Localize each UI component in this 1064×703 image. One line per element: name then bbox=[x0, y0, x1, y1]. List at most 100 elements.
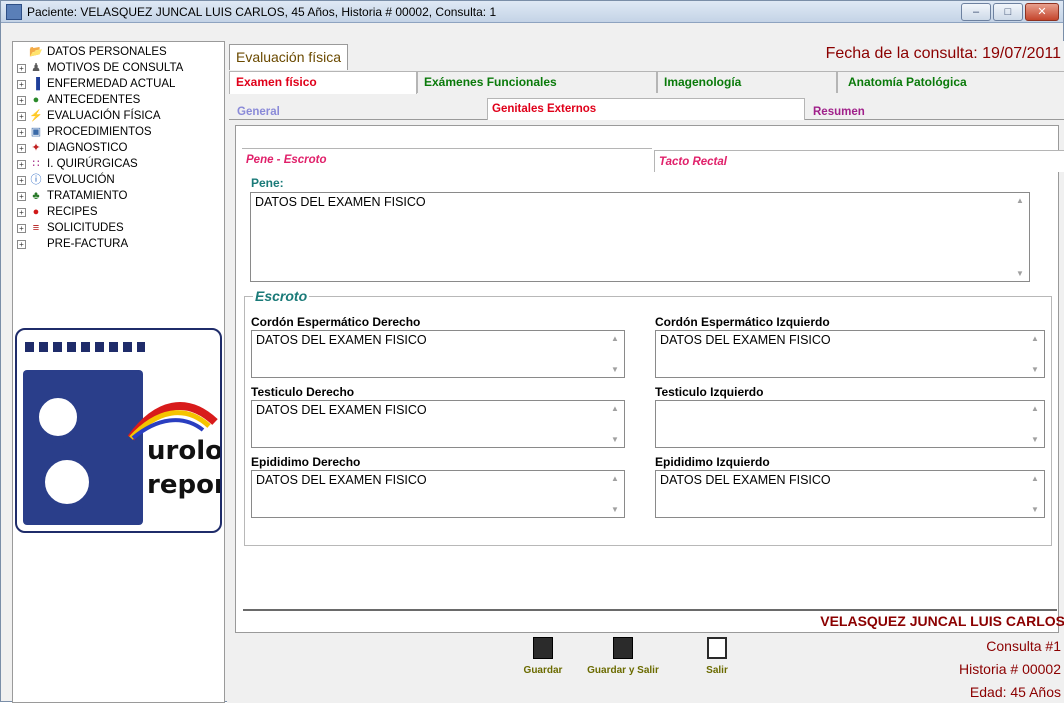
expander-icon[interactable]: + bbox=[17, 239, 26, 249]
textarea-scrollbar[interactable]: ▲ ▼ bbox=[1013, 193, 1029, 281]
tree-item-label: DATOS PERSONALES bbox=[47, 46, 167, 58]
scroll-down-icon[interactable]: ▼ bbox=[1016, 269, 1024, 278]
epididimo-derecho-textarea[interactable]: DATOS DEL EXAMEN FISICO ▲ ▼ bbox=[251, 470, 625, 518]
textarea-scrollbar[interactable]: ▲ ▼ bbox=[608, 401, 624, 447]
stethoscope-icon: ✦ bbox=[31, 141, 41, 154]
cordon-izquierdo-textarea[interactable]: DATOS DEL EXAMEN FISICO ▲ ▼ bbox=[655, 330, 1045, 378]
guardar-y-salir-button[interactable]: Guardar y Salir bbox=[583, 637, 663, 687]
minimize-button[interactable]: – bbox=[961, 3, 991, 21]
testiculo-derecho-textarea[interactable]: DATOS DEL EXAMEN FISICO ▲ ▼ bbox=[251, 400, 625, 448]
testiculo-izquierdo-label: Testiculo Izquierdo bbox=[655, 385, 764, 399]
scroll-up-icon[interactable]: ▲ bbox=[611, 334, 619, 343]
textarea-scrollbar[interactable]: ▲ ▼ bbox=[1028, 401, 1044, 447]
tab-imagenologia[interactable]: Imagenología bbox=[657, 71, 837, 93]
expander-icon[interactable]: + bbox=[17, 79, 26, 89]
exit-door-icon bbox=[707, 637, 727, 659]
tab-pene-escroto[interactable]: Pene - Escroto bbox=[242, 148, 652, 170]
save-exit-icon bbox=[613, 637, 633, 659]
urolo-report-logo: urolo report bbox=[15, 328, 222, 533]
logo-swoosh-icon bbox=[127, 402, 218, 441]
expander-icon[interactable]: + bbox=[17, 175, 26, 185]
blank-icon bbox=[29, 238, 43, 251]
tab-examenes-funcionales[interactable]: Exámenes Funcionales bbox=[417, 71, 657, 93]
scroll-up-icon[interactable]: ▲ bbox=[611, 404, 619, 413]
expander-icon[interactable]: + bbox=[17, 143, 26, 153]
textarea-scrollbar[interactable]: ▲ ▼ bbox=[1028, 471, 1044, 517]
expander-icon[interactable]: + bbox=[17, 223, 26, 233]
scroll-up-icon[interactable]: ▲ bbox=[611, 474, 619, 483]
tree-item-enfermedad-actual[interactable]: + ▐ ENFERMEDAD ACTUAL bbox=[17, 76, 175, 92]
expander-icon[interactable]: + bbox=[17, 159, 26, 169]
scroll-up-icon[interactable]: ▲ bbox=[1031, 474, 1039, 483]
tree-item-tratamiento[interactable]: + ♣ TRATAMIENTO bbox=[17, 188, 128, 204]
tab-anatomia-patologica[interactable]: Anatomía Patológica bbox=[837, 71, 1064, 93]
escroto-title: Escroto bbox=[253, 288, 310, 304]
logo-film-strip bbox=[25, 342, 145, 352]
logo-reel-icon bbox=[31, 390, 85, 444]
close-button[interactable]: ✕ bbox=[1025, 3, 1059, 21]
tree-item-label: TRATAMIENTO bbox=[47, 190, 128, 202]
tree-item-label: RECIPES bbox=[47, 206, 98, 218]
patient-separator bbox=[243, 609, 1057, 611]
scroll-up-icon[interactable]: ▲ bbox=[1031, 334, 1039, 343]
tab-general[interactable]: General bbox=[233, 102, 487, 124]
tree-item-i-quirurgicas[interactable]: + ∷ I. QUIRÚRGICAS bbox=[17, 156, 138, 172]
escroto-group: Escroto Cordón Espermático Derecho DATOS… bbox=[244, 288, 1052, 546]
cordon-derecho-label: Cordón Espermático Derecho bbox=[251, 315, 421, 329]
scroll-down-icon[interactable]: ▼ bbox=[1031, 505, 1039, 514]
expander-icon[interactable]: + bbox=[17, 95, 26, 105]
guardar-label: Guardar bbox=[523, 665, 563, 676]
expander-icon[interactable]: + bbox=[17, 111, 26, 121]
expander-icon[interactable]: + bbox=[17, 191, 26, 201]
maximize-button[interactable]: □ bbox=[993, 3, 1023, 21]
epididimo-derecho-label: Epididimo Derecho bbox=[251, 455, 361, 469]
tab-examen-fisico[interactable]: Examen físico bbox=[229, 71, 417, 94]
historia-number: Historia # 00002 bbox=[959, 661, 1061, 677]
scroll-up-icon[interactable]: ▲ bbox=[1016, 196, 1024, 205]
salir-label: Salir bbox=[706, 665, 728, 676]
textarea-scrollbar[interactable]: ▲ ▼ bbox=[608, 331, 624, 377]
scroll-down-icon[interactable]: ▼ bbox=[611, 435, 619, 444]
salir-button[interactable]: Salir bbox=[677, 637, 757, 687]
tree-item-solicitudes[interactable]: + ≡ SOLICITUDES bbox=[17, 220, 124, 236]
textarea-scrollbar[interactable]: ▲ ▼ bbox=[1028, 331, 1044, 377]
left-pane: 📂 DATOS PERSONALES + ♟ MOTIVOS DE CONSULTA … bbox=[12, 41, 225, 703]
tree-item-datos-personales[interactable]: 📂 DATOS PERSONALES bbox=[17, 44, 167, 60]
tree-item-evaluacion-fisica[interactable]: + ⚡ EVALUACIÓN FÍSICA bbox=[17, 108, 161, 124]
tab-resumen[interactable]: Resumen bbox=[809, 102, 1064, 124]
logo-reel-icon bbox=[37, 452, 97, 512]
info-icon: ⓘ bbox=[30, 173, 42, 186]
scroll-down-icon[interactable]: ▼ bbox=[1031, 365, 1039, 374]
expander-icon[interactable]: + bbox=[17, 63, 26, 73]
tree-item-label: MOTIVOS DE CONSULTA bbox=[47, 62, 184, 74]
scroll-up-icon[interactable]: ▲ bbox=[1031, 404, 1039, 413]
tab-tacto-rectal[interactable]: Tacto Rectal bbox=[654, 150, 1064, 172]
scroll-down-icon[interactable]: ▼ bbox=[1031, 435, 1039, 444]
logo-text-urolo: urolo bbox=[147, 436, 222, 466]
cordon-derecho-textarea[interactable]: DATOS DEL EXAMEN FISICO ▲ ▼ bbox=[251, 330, 625, 378]
tree-item-label: PROCEDIMIENTOS bbox=[47, 126, 152, 138]
tree-item-recipes[interactable]: + ● RECIPES bbox=[17, 204, 98, 220]
tree-item-evolucion[interactable]: + ⓘ EVOLUCIÓN bbox=[17, 172, 115, 188]
tree-item-motivos-de-consulta[interactable]: + ♟ MOTIVOS DE CONSULTA bbox=[17, 60, 183, 76]
grid-icon: ∷ bbox=[32, 157, 40, 170]
textarea-scrollbar[interactable]: ▲ ▼ bbox=[608, 471, 624, 517]
tree-item-label: I. QUIRÚRGICAS bbox=[47, 158, 138, 170]
scroll-down-icon[interactable]: ▼ bbox=[611, 365, 619, 374]
testiculo-izquierdo-textarea[interactable]: ▲ ▼ bbox=[655, 400, 1045, 448]
scroll-down-icon[interactable]: ▼ bbox=[611, 505, 619, 514]
expander-icon[interactable]: + bbox=[17, 207, 26, 217]
tab-genitales-externos[interactable]: Genitales Externos bbox=[487, 98, 805, 120]
tree-item-pre-factura[interactable]: + PRE-FACTURA bbox=[17, 236, 128, 252]
expander-icon[interactable]: + bbox=[17, 127, 26, 137]
tree-item-antecedentes[interactable]: + ● ANTECEDENTES bbox=[17, 92, 140, 108]
money-bag-icon: ● bbox=[32, 93, 40, 106]
guardar-button[interactable]: Guardar bbox=[503, 637, 583, 687]
tree-item-diagnostico[interactable]: + ✦ DIAGNOSTICO bbox=[17, 140, 128, 156]
pene-textarea[interactable]: DATOS DEL EXAMEN FISICO ▲ ▼ bbox=[250, 192, 1030, 282]
floppy-disk-icon bbox=[533, 637, 553, 659]
tab-evaluacion-fisica[interactable]: Evaluación física bbox=[229, 44, 349, 70]
tree-item-procedimientos[interactable]: + ▣ PROCEDIMIENTOS bbox=[17, 124, 152, 140]
list-icon: ≡ bbox=[32, 221, 40, 234]
epididimo-izquierdo-textarea[interactable]: DATOS DEL EXAMEN FISICO ▲ ▼ bbox=[655, 470, 1045, 518]
